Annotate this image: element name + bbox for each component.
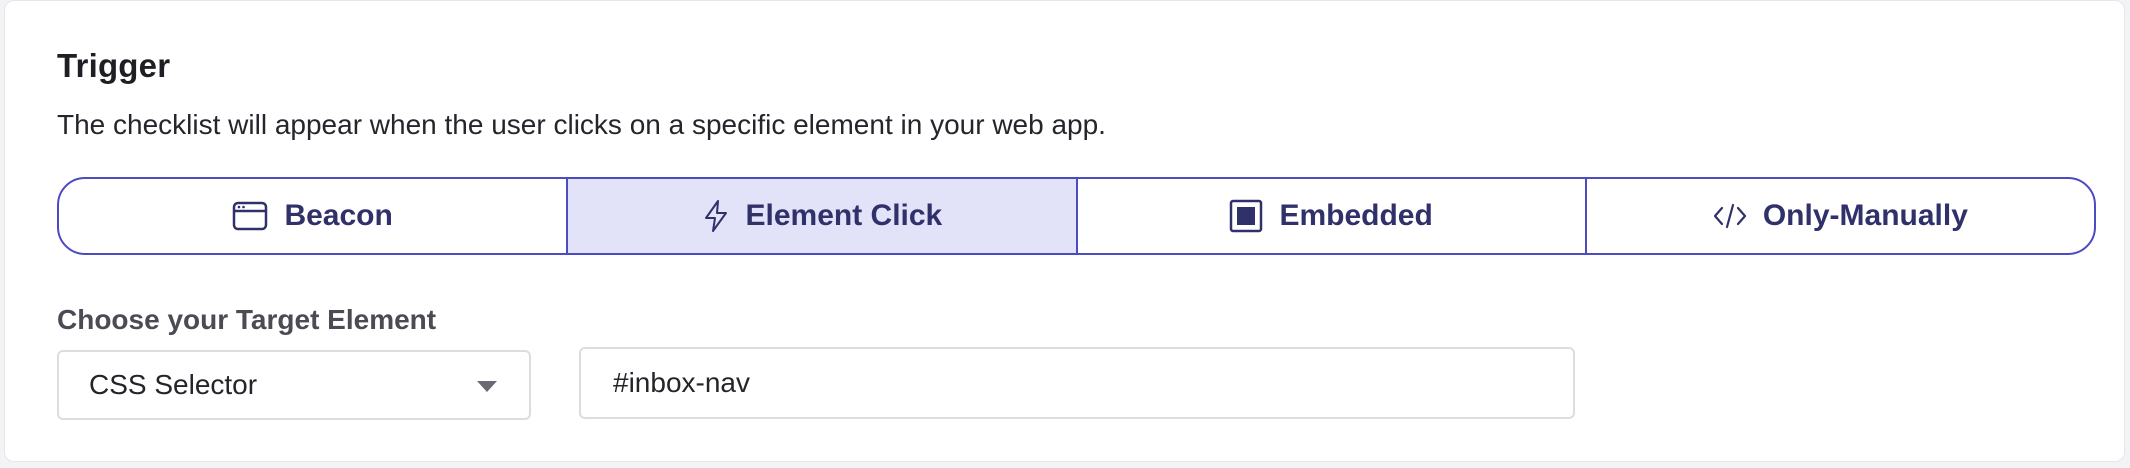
tab-embedded[interactable]: Embedded: [1075, 179, 1585, 253]
tab-label: Beacon: [284, 199, 393, 232]
selector-value-input[interactable]: #inbox-nav: [579, 347, 1575, 419]
code-icon: [1713, 202, 1747, 230]
target-element-label: Choose your Target Element: [57, 304, 437, 335]
embedded-square-icon: [1229, 199, 1263, 233]
tab-beacon[interactable]: Beacon: [59, 179, 566, 253]
selector-type-dropdown[interactable]: CSS Selector: [57, 350, 531, 420]
lightning-icon: [702, 199, 730, 233]
tab-label: Embedded: [1279, 199, 1433, 232]
trigger-card: Trigger The checklist will appear when t…: [4, 0, 2125, 462]
chevron-down-icon: [477, 381, 497, 392]
trigger-type-tabs: Beacon Element Click Embedded Only-Manua…: [57, 177, 2096, 255]
tab-label: Element Click: [745, 199, 943, 232]
section-title: Trigger: [57, 47, 171, 84]
tab-only-manually[interactable]: Only-Manually: [1584, 179, 2094, 253]
tab-label: Only-Manually: [1762, 199, 1968, 232]
section-description: The checklist will appear when the user …: [57, 109, 1106, 140]
selector-value-text: #inbox-nav: [613, 367, 750, 398]
tab-element-click[interactable]: Element Click: [566, 179, 1076, 253]
selector-type-value: CSS Selector: [89, 369, 258, 400]
browser-window-icon: [232, 201, 268, 231]
